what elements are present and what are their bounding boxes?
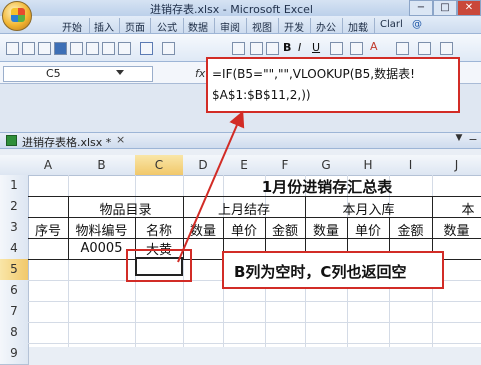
- filter-icon[interactable]: [440, 42, 453, 55]
- annotation-callout: B列为空时，C列也返回空: [222, 251, 444, 289]
- formula-text-line2: $A$1:$B$11,2,)): [212, 88, 311, 102]
- preview-icon[interactable]: [86, 42, 99, 55]
- fill-color-icon[interactable]: [350, 42, 363, 55]
- header-cell[interactable]: 数量: [183, 220, 223, 239]
- annotation-text: B列为空时，C列也返回空: [234, 263, 407, 281]
- group-header-last-month[interactable]: 上月结存: [183, 199, 305, 218]
- bold-icon[interactable]: B: [283, 41, 291, 54]
- row-header-3[interactable]: 3: [0, 217, 29, 239]
- align-right-icon[interactable]: [266, 42, 279, 55]
- row-header-2[interactable]: 2: [0, 196, 29, 218]
- tab-view[interactable]: 视图: [252, 19, 272, 34]
- borders-icon[interactable]: [396, 42, 409, 55]
- sort-icon[interactable]: [418, 42, 431, 55]
- tab-addins[interactable]: 加载: [348, 19, 368, 34]
- formula-callout[interactable]: =IF(B5="","",VLOOKUP(B5,数据表! $A$1:$B$11,…: [206, 57, 460, 113]
- italic-icon[interactable]: I: [298, 41, 301, 54]
- tab-home[interactable]: 开始: [62, 19, 82, 34]
- save-icon[interactable]: [54, 42, 67, 55]
- name-box[interactable]: C5: [3, 66, 153, 82]
- group-header-this-month-in[interactable]: 本月入库: [305, 199, 432, 218]
- tab-review[interactable]: 审阅: [220, 19, 240, 34]
- col-header-c[interactable]: C: [135, 155, 184, 176]
- font-color-icon[interactable]: A: [370, 40, 378, 53]
- tab-data[interactable]: 数据: [188, 19, 208, 34]
- tab-developer[interactable]: 开发: [284, 19, 304, 34]
- tab-insert[interactable]: 插入: [94, 19, 114, 34]
- minimize-icon[interactable]: −: [466, 133, 480, 147]
- col-header-i[interactable]: I: [389, 155, 433, 176]
- header-cell[interactable]: 数量: [305, 220, 347, 239]
- maximize-button[interactable]: □: [433, 0, 457, 16]
- header-cell[interactable]: 单价: [347, 220, 389, 239]
- window-controls: − □ ✕: [409, 0, 481, 16]
- header-cell[interactable]: 名称: [135, 220, 183, 239]
- chevron-down-icon[interactable]: ▼: [452, 133, 466, 147]
- excel-file-icon: [6, 135, 17, 146]
- header-cell[interactable]: 数量: [432, 220, 481, 239]
- tab-office[interactable]: 办公: [316, 19, 336, 34]
- close-icon[interactable]: ×: [116, 133, 125, 146]
- new-file-icon[interactable]: [22, 42, 35, 55]
- tab-page-layout[interactable]: 页面: [125, 19, 145, 34]
- cell-b4[interactable]: A0005: [68, 241, 135, 256]
- open-file-icon[interactable]: [38, 42, 51, 55]
- window-title: 进销存表.xlsx - Microsoft Excel: [150, 3, 313, 16]
- select-all-corner[interactable]: [0, 155, 29, 176]
- workbook-tab[interactable]: 进销存表格.xlsx *: [22, 134, 111, 150]
- tab-clarl[interactable]: Clarl: [380, 19, 403, 30]
- col-header-g[interactable]: G: [305, 155, 348, 176]
- header-cell[interactable]: 单价: [223, 220, 265, 239]
- header-cell[interactable]: 金额: [265, 220, 305, 239]
- col-header-h[interactable]: H: [347, 155, 390, 176]
- header-cell[interactable]: 金额: [389, 220, 432, 239]
- row-header-1[interactable]: 1: [0, 175, 29, 197]
- redo-icon[interactable]: [162, 42, 175, 55]
- group-header-items[interactable]: 物品目录: [68, 199, 183, 218]
- tab-formulas[interactable]: 公式: [157, 19, 177, 34]
- col-header-d[interactable]: D: [183, 155, 224, 176]
- format-painter-icon[interactable]: [6, 42, 19, 55]
- help-icon[interactable]: @: [412, 19, 422, 30]
- fx-icon[interactable]: fx: [195, 67, 205, 80]
- row-header-4[interactable]: 4: [0, 238, 29, 260]
- selected-cell-c5[interactable]: [135, 257, 183, 276]
- row-header-9[interactable]: 9: [0, 343, 29, 365]
- office-logo-icon: [11, 8, 25, 22]
- formula-text-line1: =IF(B5="","",VLOOKUP(B5,数据表!: [212, 67, 415, 81]
- col-header-b[interactable]: B: [68, 155, 136, 176]
- minimize-button[interactable]: −: [409, 0, 433, 16]
- align-center-icon[interactable]: [250, 42, 263, 55]
- office-button[interactable]: [2, 1, 32, 31]
- col-header-j[interactable]: J: [432, 155, 481, 176]
- close-button[interactable]: ✕: [457, 0, 481, 16]
- align-left-icon[interactable]: [232, 42, 245, 55]
- paste-icon[interactable]: [118, 42, 131, 55]
- sheet-title[interactable]: 1月份进销存汇总表: [223, 176, 431, 197]
- header-cell[interactable]: 序号: [28, 220, 68, 239]
- col-header-a[interactable]: A: [28, 155, 69, 176]
- row-header-6[interactable]: 6: [0, 280, 29, 302]
- col-header-e[interactable]: E: [223, 155, 266, 176]
- header-cell[interactable]: 物料编号: [68, 220, 135, 239]
- copy-icon[interactable]: [102, 42, 115, 55]
- row-header-5[interactable]: 5: [0, 259, 29, 281]
- row-header-8[interactable]: 8: [0, 322, 29, 344]
- chevron-down-icon[interactable]: [116, 70, 124, 75]
- col-header-f[interactable]: F: [265, 155, 306, 176]
- group-header-partial[interactable]: 本: [455, 199, 481, 218]
- row-header-7[interactable]: 7: [0, 301, 29, 323]
- print-icon[interactable]: [70, 42, 83, 55]
- merge-icon[interactable]: [330, 42, 343, 55]
- underline-icon[interactable]: U: [312, 41, 320, 54]
- undo-icon[interactable]: [140, 42, 153, 55]
